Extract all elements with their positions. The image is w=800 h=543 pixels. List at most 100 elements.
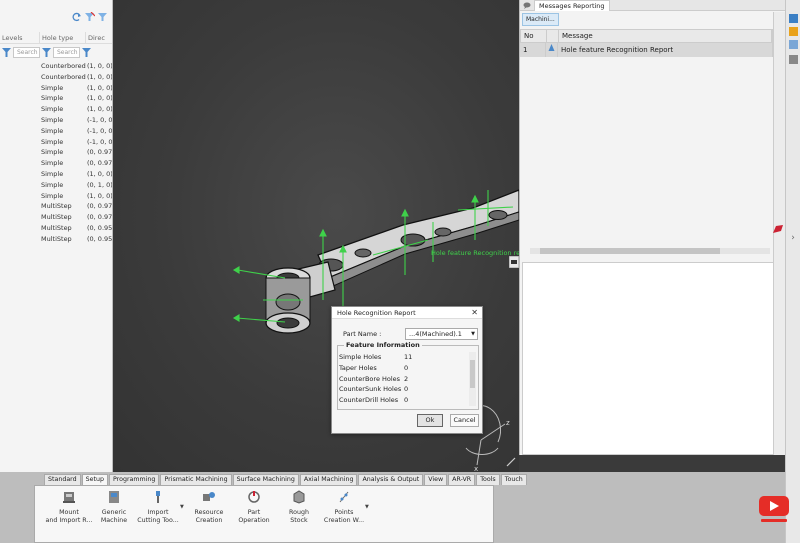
compass-z-label: z — [506, 419, 510, 427]
mount-import-button[interactable]: Mount and Import R... — [45, 490, 93, 525]
funnel-icon[interactable] — [82, 47, 91, 57]
chevron-down-icon[interactable]: ▼ — [180, 504, 184, 510]
table-row[interactable]: Simple (1, 0, 0) — [0, 191, 112, 202]
tab-programming[interactable]: Programming — [108, 474, 160, 485]
feature-information-label: Feature Information — [344, 341, 422, 350]
table-row[interactable]: Simple (1, 0, 0) — [0, 83, 112, 94]
tab-axial-machining[interactable]: Axial Machining — [299, 474, 358, 485]
side-toolbar: › — [785, 0, 800, 543]
info-square-icon[interactable] — [788, 14, 798, 23]
cancel-button[interactable]: Cancel — [450, 414, 479, 427]
list-item: CounterSunk Holes 0 — [339, 385, 409, 394]
table-row[interactable]: Counterbored (1, 0, 0) — [0, 72, 112, 83]
tab-standard[interactable]: Standard — [44, 474, 81, 485]
funnel-icon[interactable] — [2, 47, 11, 57]
document-icon[interactable] — [788, 40, 798, 49]
hole-list-header: Levels Hole type Direc — [0, 32, 112, 44]
table-row[interactable]: Simple (1, 0, 0) — [0, 93, 112, 104]
chevron-down-icon[interactable]: ▼ — [365, 504, 369, 510]
message-text: Hole feature Recognition Report — [558, 43, 773, 57]
red-tool-icon[interactable] — [773, 225, 783, 233]
tool-icon[interactable] — [788, 55, 798, 64]
table-row[interactable]: MultiStep (0, 0.95' — [0, 234, 112, 245]
stock-cube-icon — [293, 490, 305, 504]
tab-analysis-output[interactable]: Analysis & Output — [358, 474, 424, 485]
column-levels[interactable]: Levels — [0, 32, 40, 43]
part-name-label: Part Name : — [343, 330, 382, 338]
close-icon[interactable]: ✕ — [471, 307, 478, 319]
refresh-icon[interactable] — [72, 12, 82, 22]
part-operation-button[interactable]: Part Operation — [230, 490, 278, 525]
levels-search-input[interactable]: Search — [13, 46, 40, 58]
machining-filter-button[interactable]: Machini... — [522, 13, 559, 26]
resource-creation-button[interactable]: Resource Creation — [185, 490, 233, 525]
funnel-icon[interactable] — [42, 47, 51, 57]
column-type[interactable] — [547, 30, 559, 42]
compass-x-label: x — [474, 465, 478, 472]
import-cutting-tool-button[interactable]: Import Cutting Too... — [134, 490, 182, 525]
table-row[interactable]: Simple (0, 0.97( — [0, 147, 112, 158]
part-name-select[interactable]: ...4(Machined).1 ▼ — [405, 328, 478, 340]
messages-vertical-scrollbar[interactable] — [773, 12, 785, 455]
machine-icon — [109, 491, 119, 503]
list-item: CounterDrill Holes 0 — [339, 396, 409, 405]
youtube-logo-icon — [759, 496, 789, 522]
filter-settings-icon[interactable] — [98, 12, 108, 22]
feature-information-group: Feature Information Simple Holes 11 Taper… — [337, 341, 479, 410]
feature-list-scrollbar[interactable] — [469, 352, 476, 406]
scrollbar-thumb[interactable] — [470, 360, 475, 388]
rough-stock-button[interactable]: Rough Stock — [275, 490, 323, 525]
table-row[interactable]: MultiStep (0, 0.97( — [0, 201, 112, 212]
tab-tools[interactable]: Tools — [476, 474, 500, 485]
table-row[interactable]: Simple (1, 0, 0) — [0, 169, 112, 180]
panel-toggle-icon[interactable] — [509, 256, 519, 268]
hole-list-rows: Counterbored (1, 0, 0) Counterbored (1, 0,… — [0, 61, 112, 245]
table-row[interactable]: MultiStep (0, 0.97( — [0, 212, 112, 223]
machine-mount-icon — [63, 492, 75, 503]
ok-button[interactable]: Ok — [417, 414, 443, 427]
messages-horizontal-scrollbar[interactable] — [530, 248, 770, 254]
tab-ar-vr[interactable]: AR-VR — [448, 474, 476, 485]
tab-prismatic-machining[interactable]: Prismatic Machining — [160, 474, 232, 485]
column-direction[interactable]: Direc — [86, 32, 112, 43]
points-creation-button[interactable]: Points Creation W... — [320, 490, 368, 525]
column-no[interactable]: No — [521, 30, 547, 42]
column-hole-type[interactable]: Hole type — [40, 32, 86, 43]
table-row[interactable]: Simple (0, 0.97( — [0, 158, 112, 169]
list-item: Simple Holes 11 — [339, 353, 413, 361]
hole-list-toolbar — [72, 11, 108, 22]
messages-tab[interactable]: Messages Reporting — [534, 0, 610, 11]
dialog-title-bar: Hole Recognition Report ✕ — [332, 307, 482, 319]
hole-recognition-dialog: Hole Recognition Report ✕ Part Name : ..… — [331, 306, 483, 434]
generic-machine-button[interactable]: Generic Machine — [90, 490, 138, 525]
chevron-right-icon[interactable]: › — [789, 234, 798, 243]
table-row[interactable]: Simple (-1, 0, 0 — [0, 137, 112, 148]
column-message[interactable]: Message — [559, 30, 772, 42]
scrollbar-thumb[interactable] — [540, 248, 720, 254]
part-name-value: ...4(Machined).1 — [409, 330, 462, 338]
message-no: 1 — [520, 43, 546, 57]
table-row[interactable]: Simple (-1, 0, 0 — [0, 126, 112, 137]
part-operation-icon — [248, 491, 260, 503]
tab-touch[interactable]: Touch — [500, 474, 527, 485]
table-row[interactable]: Simple (1, 0, 0) — [0, 104, 112, 115]
table-row[interactable]: MultiStep (0, 0.95' — [0, 223, 112, 234]
messages-panel: Messages Reporting Machini... No Message… — [509, 0, 785, 455]
table-row[interactable]: 1 Hole feature Recognition Report — [520, 43, 773, 57]
tab-surface-machining[interactable]: Surface Machining — [232, 474, 299, 485]
dialog-title: Hole Recognition Report — [337, 309, 416, 317]
list-item: Taper Holes 0 — [339, 363, 409, 372]
message-details-pane — [522, 262, 784, 455]
tab-setup[interactable]: Setup — [81, 474, 108, 485]
table-row[interactable]: Counterbored (1, 0, 0) — [0, 61, 112, 72]
warning-icon[interactable] — [788, 27, 798, 36]
ribbon: Standard Setup Programming Prismatic Mac… — [0, 472, 785, 543]
tab-view[interactable]: View — [424, 474, 448, 485]
messages-filter-bar: Machini... — [520, 11, 785, 28]
hole-type-search-input[interactable]: Search — [53, 46, 80, 58]
chevron-down-icon: ▼ — [471, 331, 475, 337]
table-row[interactable]: Simple (0, 1, 0) — [0, 180, 112, 191]
table-row[interactable]: Simple (-1, 0, 0 — [0, 115, 112, 126]
cutting-tool-icon — [156, 491, 160, 503]
filter-clear-icon[interactable] — [85, 11, 96, 22]
